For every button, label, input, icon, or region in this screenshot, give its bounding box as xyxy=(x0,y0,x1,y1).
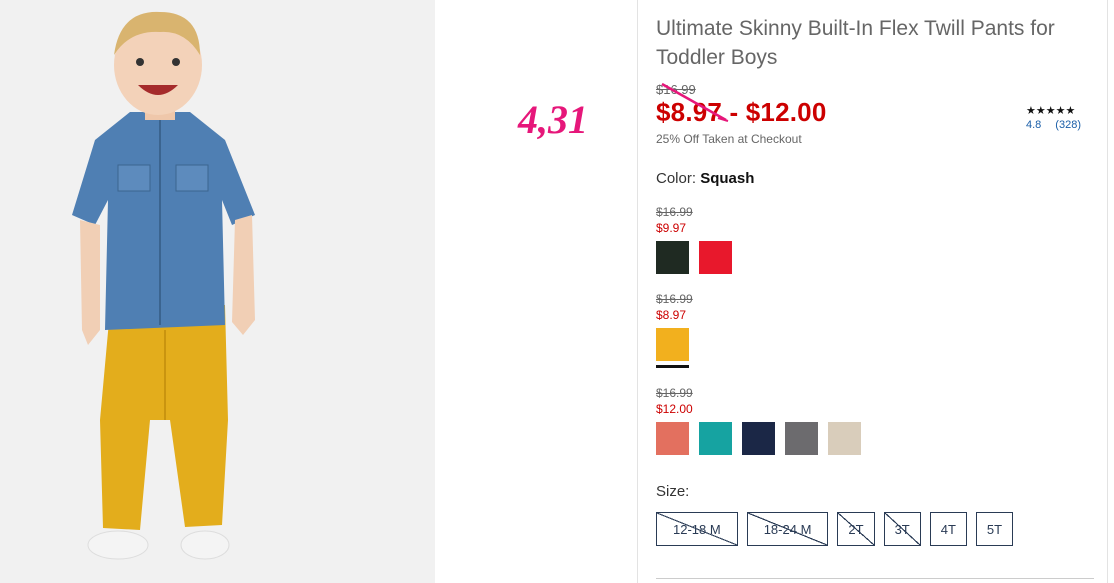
selected-swatch-indicator xyxy=(656,365,689,368)
promo-text: 25% Off Taken at Checkout xyxy=(656,132,802,146)
color-swatch-wrapper xyxy=(656,241,689,274)
swatch-row xyxy=(656,422,1096,455)
size-option-button[interactable]: 5T xyxy=(975,512,1014,546)
color-swatch[interactable] xyxy=(699,422,732,455)
color-swatch[interactable] xyxy=(828,422,861,455)
group-original-price: $16.99 xyxy=(656,205,693,219)
size-options: 12-18 M 18-24 M 2T 3T 4T 5T xyxy=(656,512,1096,546)
color-price-group: $16.99 $8.97 xyxy=(656,292,1096,368)
swatch-row xyxy=(656,328,1096,368)
section-divider xyxy=(656,578,1094,579)
color-price-group: $16.99 $9.97 xyxy=(656,205,1096,274)
original-price: $16.99 xyxy=(656,82,696,97)
color-swatch-wrapper xyxy=(828,422,861,455)
product-details: Ultimate Skinny Built-In Flex Twill Pant… xyxy=(656,14,1096,546)
color-swatch[interactable] xyxy=(656,328,689,361)
product-title: Ultimate Skinny Built-In Flex Twill Pant… xyxy=(656,17,1055,69)
group-sale-price: $12.00 xyxy=(656,402,693,416)
color-swatch-wrapper xyxy=(742,422,775,455)
group-original-price: $16.99 xyxy=(656,386,693,400)
color-swatch-wrapper xyxy=(699,422,732,455)
selected-color-name: Squash xyxy=(700,170,755,187)
group-original-price: $16.99 xyxy=(656,292,693,306)
size-label: Size: xyxy=(656,483,690,500)
color-label: Color: Squash xyxy=(656,170,755,187)
size-option-button[interactable]: 3T xyxy=(883,512,921,546)
color-groups: $16.99 $9.97 $16.99 $8.97 $16.99 $12.00 xyxy=(656,205,1096,455)
color-swatch-wrapper xyxy=(656,422,689,455)
size-option-button[interactable]: 2T xyxy=(837,512,875,546)
swatch-row xyxy=(656,241,1096,274)
color-swatch[interactable] xyxy=(656,422,689,455)
handwritten-annotation: 4,31 xyxy=(518,97,588,142)
size-option-button[interactable]: 18-24 M xyxy=(746,512,829,546)
color-price-group: $16.99 $12.00 xyxy=(656,386,1096,455)
color-swatch-wrapper xyxy=(699,241,732,274)
color-swatch[interactable] xyxy=(699,241,732,274)
group-sale-price: $9.97 xyxy=(656,221,687,235)
color-swatch[interactable] xyxy=(742,422,775,455)
color-swatch-wrapper xyxy=(656,328,689,368)
rating-stars-icon: ★★★★★ xyxy=(1026,105,1076,117)
color-swatch[interactable] xyxy=(656,241,689,274)
rating-summary[interactable]: ★★★★★ 4.8 (328) xyxy=(1026,104,1081,131)
panel-border-left xyxy=(637,0,638,583)
review-count-link[interactable]: (328) xyxy=(1055,119,1081,131)
group-sale-price: $8.97 xyxy=(656,308,687,322)
color-swatch-wrapper xyxy=(785,422,818,455)
size-option-button[interactable]: 4T xyxy=(929,512,967,546)
size-option-button[interactable]: 12-18 M xyxy=(656,512,738,546)
product-image[interactable] xyxy=(0,0,435,583)
panel-border-right xyxy=(1107,0,1108,583)
rating-score: 4.8 xyxy=(1026,119,1042,131)
color-swatch[interactable] xyxy=(785,422,818,455)
